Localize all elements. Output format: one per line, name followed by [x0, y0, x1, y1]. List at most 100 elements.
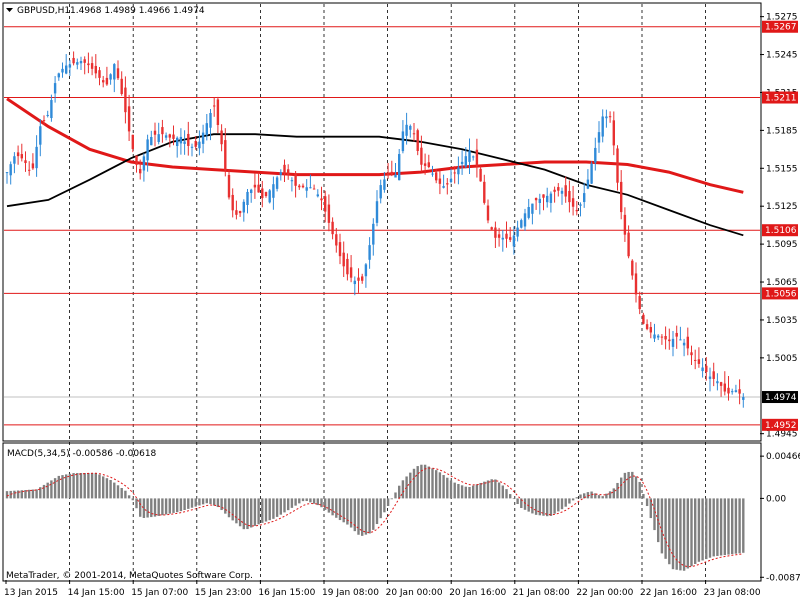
- x-tick-label: 20 Jan 16:00: [449, 588, 506, 598]
- macd-bar: [579, 494, 582, 499]
- candle-body: [238, 211, 242, 214]
- candle-body: [560, 190, 564, 194]
- macd-bar: [135, 498, 138, 509]
- macd-bar: [87, 473, 90, 499]
- candle-body: [427, 162, 430, 167]
- candle-body: [638, 296, 641, 310]
- candle-body: [394, 174, 397, 178]
- candle-body: [124, 87, 127, 113]
- macd-bar: [164, 498, 168, 515]
- macd-bar: [642, 493, 645, 499]
- macd-bar: [120, 488, 123, 499]
- candle-body: [486, 205, 490, 221]
- macd-bar: [364, 498, 368, 535]
- candle-body: [227, 175, 231, 198]
- candle-body: [294, 172, 297, 186]
- x-tick-label: 15 Jan 23:00: [195, 588, 252, 598]
- macd-bar: [65, 474, 68, 499]
- macd-bar: [298, 498, 301, 504]
- macd-bar: [309, 498, 312, 503]
- macd-bar: [261, 498, 264, 523]
- candle-body: [135, 155, 138, 165]
- candle-body: [512, 235, 516, 247]
- macd-bar: [571, 498, 575, 501]
- candle-body: [287, 169, 290, 175]
- y-tick-label: 1.5005: [766, 354, 798, 364]
- macd-y-tick-label: 0.00: [766, 494, 786, 504]
- candle-body: [682, 342, 686, 346]
- candle-body: [275, 177, 279, 189]
- macd-bar: [653, 498, 656, 531]
- candle-body: [179, 136, 183, 144]
- candle-body: [164, 135, 168, 138]
- candle-body: [553, 189, 556, 192]
- macd-bar: [727, 498, 730, 555]
- candle-body: [490, 227, 493, 230]
- macd-bar: [46, 482, 49, 499]
- candle-body: [449, 178, 453, 183]
- macd-bar: [394, 492, 397, 499]
- candle-body: [660, 336, 664, 338]
- macd-bar: [682, 498, 686, 571]
- macd-bar: [549, 498, 553, 516]
- macd-bar: [560, 498, 564, 510]
- candle-body: [198, 141, 201, 149]
- macd-bar: [227, 498, 231, 518]
- candle-body: [716, 381, 719, 384]
- macd-bar: [157, 498, 160, 516]
- macd-bar: [694, 498, 697, 564]
- macd-bar: [608, 491, 612, 499]
- candle-body: [201, 132, 205, 144]
- macd-bar: [105, 478, 109, 499]
- candle-body: [520, 220, 523, 228]
- macd-bar: [738, 498, 741, 554]
- candle-body: [531, 203, 534, 214]
- candle-body: [42, 120, 46, 122]
- price-level-label: 1.5056: [765, 289, 797, 299]
- candle-body: [57, 73, 60, 78]
- macd-bar: [294, 498, 297, 506]
- macd-bar: [327, 498, 331, 513]
- candle-body: [383, 179, 386, 190]
- candle-body: [153, 130, 157, 135]
- candle-body: [479, 168, 482, 182]
- macd-bar: [150, 498, 153, 518]
- macd-bar: [597, 495, 601, 499]
- macd-bar: [509, 494, 512, 499]
- candle-body: [242, 201, 245, 213]
- candle-body: [50, 100, 53, 119]
- candle-body: [35, 146, 38, 169]
- candle-body: [475, 149, 479, 166]
- macd-bar: [645, 498, 649, 507]
- macd-bar: [501, 485, 504, 499]
- y-tick-label: 1.5125: [766, 202, 798, 212]
- candle-body: [453, 172, 456, 174]
- copyright-text: MetaTrader, © 2001-2014, MetaQuotes Soft…: [6, 571, 253, 581]
- macd-bar: [194, 498, 197, 507]
- candle-body: [686, 336, 689, 349]
- macd-bar: [290, 498, 294, 508]
- macd-bar: [435, 470, 438, 499]
- candle-body: [623, 214, 627, 235]
- macd-bar: [201, 498, 205, 505]
- macd-bar: [357, 498, 360, 535]
- macd-bar: [305, 498, 308, 502]
- macd-bar: [83, 473, 86, 499]
- macd-bar: [712, 498, 715, 557]
- candle-body: [601, 116, 604, 137]
- candle-body: [464, 156, 467, 167]
- candle-body: [708, 376, 712, 379]
- macd-bar: [505, 489, 508, 499]
- macd-bar: [264, 498, 268, 522]
- price-level-label: 1.4952: [765, 421, 797, 431]
- candle-body: [324, 196, 327, 212]
- macd-bar: [90, 473, 94, 499]
- macd-bar: [179, 498, 183, 512]
- macd-bar: [213, 498, 216, 506]
- candle-body: [46, 114, 49, 116]
- candle-body: [338, 242, 342, 257]
- candle-body: [431, 173, 434, 175]
- macd-bar: [731, 498, 734, 555]
- macd-bar: [605, 493, 608, 499]
- candle-body: [442, 186, 445, 188]
